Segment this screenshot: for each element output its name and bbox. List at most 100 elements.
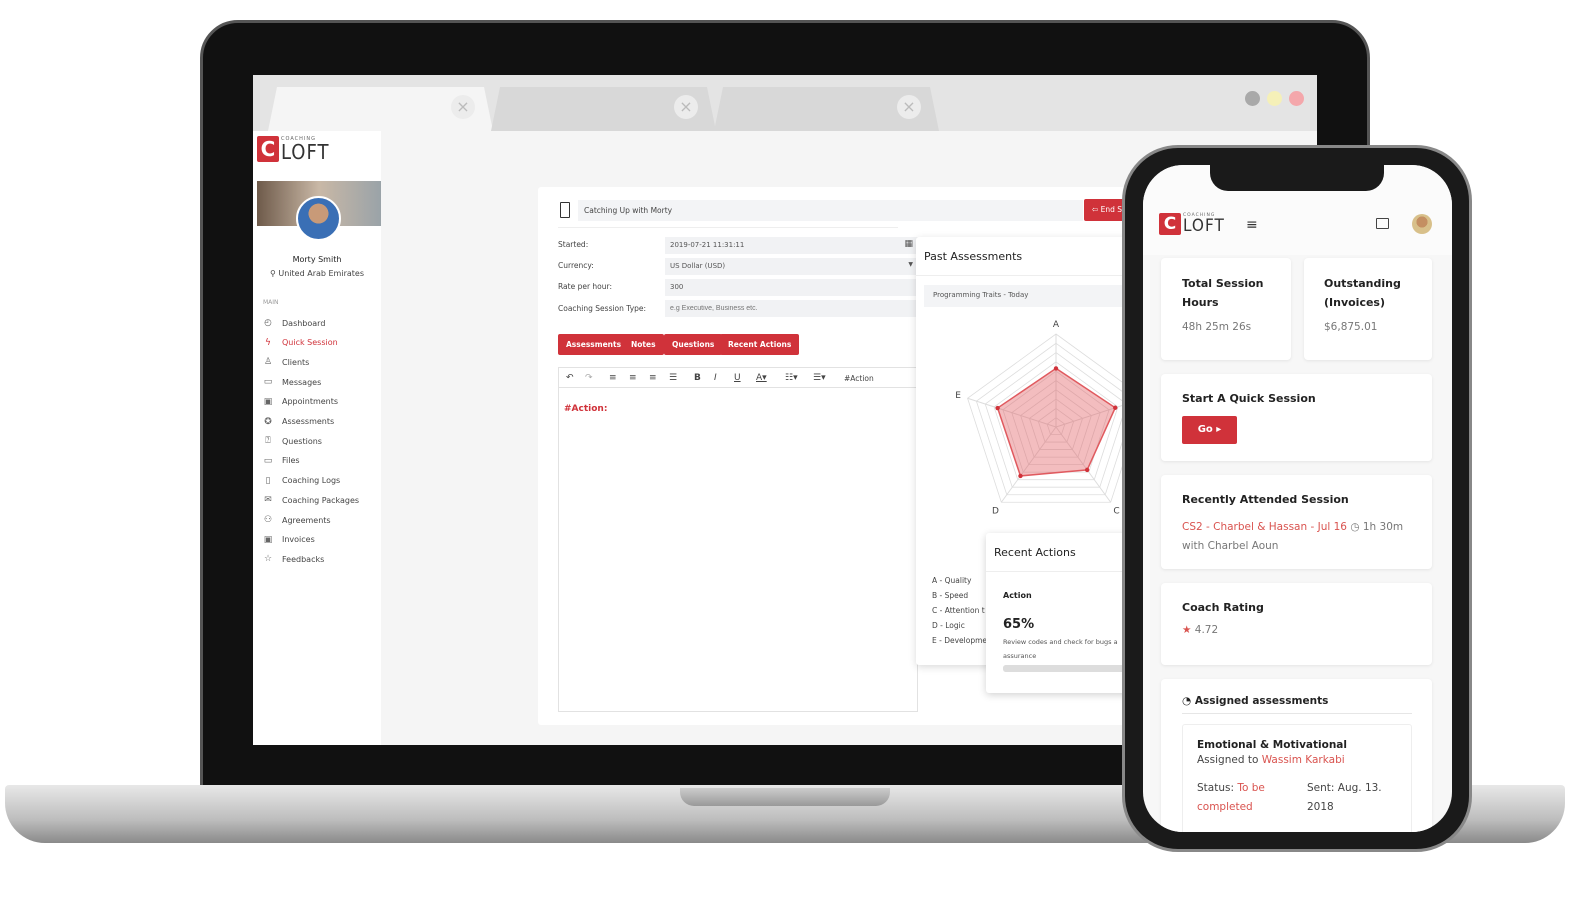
past-assessments-title: Past Assessments: [924, 250, 1023, 263]
action-progress-bar: [1003, 665, 1136, 672]
assignee-link[interactable]: Wassim Karkabi: [1262, 754, 1345, 766]
numbered-list-icon[interactable]: ☰▾: [813, 373, 826, 383]
recent-actions-title: Recent Actions: [994, 546, 1076, 559]
align-left-icon[interactable]: ≡: [609, 373, 617, 383]
laptop-notch: [680, 788, 890, 806]
total-session-hours-card: Total Session Hours 48h 25m 26s: [1161, 258, 1291, 360]
bold-icon[interactable]: B: [694, 373, 701, 383]
user-avatar[interactable]: [1412, 214, 1432, 234]
phone-logo[interactable]: C COACHING LOFT: [1159, 213, 1225, 235]
pie-icon: ◔: [1182, 695, 1192, 707]
window-dot-red[interactable]: [1289, 91, 1304, 106]
invoice-icon: ▣: [263, 534, 273, 545]
radar-point: [995, 405, 1000, 411]
assessment-select[interactable]: Programming Traits - Today: [924, 285, 1134, 307]
recent-session-info: CS2 - Charbel & Hassan - Jul 16 ◷ 1h 30m…: [1182, 521, 1404, 552]
notes-button[interactable]: Notes: [623, 334, 664, 355]
sidebar-item-quick-session[interactable]: ϟ Quick Session: [263, 338, 338, 348]
window-dot-gray[interactable]: [1245, 91, 1260, 106]
legend-item: C - Attention t: [932, 606, 985, 615]
assessment-sent-date: Sent: Aug. 13. 2018: [1307, 782, 1382, 813]
hamburger-menu-icon[interactable]: ≡: [1246, 217, 1258, 233]
sidebar-item-feedbacks[interactable]: ☆ Feedbacks: [263, 554, 324, 564]
card-title: ◔ Assigned assessments: [1182, 695, 1329, 707]
close-icon[interactable]: ×: [674, 95, 698, 119]
assessment-item[interactable]: Emotional & Motivational Assigned to Was…: [1182, 724, 1412, 832]
action-percent: 65%: [1003, 617, 1035, 632]
sidebar-item-files[interactable]: ▭ Files: [263, 456, 300, 466]
redo-icon[interactable]: ↷: [585, 373, 593, 383]
sidebar-item-appointments[interactable]: ▣ Appointments: [263, 397, 338, 407]
rich-text-editor[interactable]: ↶ ↷ ≡ ≡ ≡ ☰ B I U A▾ ☷▾ ☰▾ #Action #Acti…: [558, 367, 918, 712]
sidebar-item-label: Agreements: [282, 515, 331, 525]
divider: [1182, 713, 1412, 714]
browser-tab[interactable]: ×: [714, 87, 939, 131]
browser-tab[interactable]: ×: [491, 87, 716, 131]
sidebar-item-label: Questions: [282, 436, 322, 446]
folder-icon: ▭: [263, 455, 273, 466]
align-center-icon[interactable]: ≡: [629, 373, 637, 383]
sidebar-item-questions[interactable]: ⍰ Questions: [263, 436, 322, 446]
sidebar-item-assessments[interactable]: ✪ Assessments: [263, 417, 334, 427]
sidebar-item-coaching-packages[interactable]: ✉ Coaching Packages: [263, 495, 359, 505]
session-type-input[interactable]: [665, 300, 918, 317]
radar-point: [1084, 467, 1090, 473]
started-label: Started:: [558, 240, 589, 249]
avatar[interactable]: [296, 196, 341, 241]
underline-icon[interactable]: U: [734, 373, 741, 383]
legend-item: D - Logic: [932, 621, 965, 630]
assessments-button[interactable]: Assessments: [558, 334, 630, 355]
recent-actions-button[interactable]: Recent Actions: [720, 334, 800, 355]
currency-select[interactable]: US Dollar (USD) ▼: [665, 258, 918, 275]
italic-icon[interactable]: I: [714, 373, 717, 383]
session-title-input[interactable]: Catching Up with Morty: [578, 200, 1083, 221]
assessment-icon: ✪: [264, 416, 272, 427]
sidebar-item-label: Coaching Packages: [282, 495, 360, 505]
phone-screen: C COACHING LOFT ≡ Total Session Hours 48h …: [1143, 165, 1452, 832]
recent-session-card: Recently Attended Session CS2 - Charbel …: [1161, 475, 1432, 569]
logo[interactable]: C COACHING LOFT: [257, 136, 329, 162]
calendar-icon[interactable]: ▦: [904, 239, 913, 249]
radar-axis-label: E: [955, 391, 961, 401]
legend-item: A - Quality: [932, 576, 972, 585]
session-type-label: Coaching Session Type:: [558, 304, 647, 313]
assigned-assessments-card: ◔ Assigned assessments Emotional & Motiv…: [1161, 679, 1432, 832]
card-title: Outstanding (Invoices): [1324, 277, 1401, 309]
session-link[interactable]: CS2 - Charbel & Hassan - Jul 16: [1182, 521, 1347, 533]
editor-content: #Action:: [564, 404, 608, 414]
questions-button[interactable]: Questions: [664, 334, 723, 355]
undo-icon[interactable]: ↶: [566, 373, 574, 383]
sidebar-item-messages[interactable]: ▭ Messages: [263, 377, 322, 387]
action-tag-button[interactable]: #Action: [844, 374, 874, 383]
close-icon[interactable]: ×: [451, 95, 475, 119]
legend-item: E - Developme: [932, 636, 988, 645]
chat-icon[interactable]: [1376, 218, 1389, 229]
sidebar-item-label: Clients: [282, 357, 310, 367]
justify-icon[interactable]: ☰: [669, 373, 677, 383]
rate-label: Rate per hour:: [558, 282, 612, 291]
sidebar-item-invoices[interactable]: ▣ Invoices: [263, 535, 315, 545]
go-button[interactable]: Go ▸: [1182, 416, 1237, 444]
calendar-icon: ▣: [263, 396, 273, 407]
sidebar-item-label: Messages: [282, 377, 322, 387]
action-column-header: Action: [1003, 591, 1032, 600]
sidebar-item-dashboard[interactable]: ◴ Dashboard: [263, 318, 325, 328]
sidebar-item-label: Files: [282, 456, 300, 466]
window-dot-yellow[interactable]: [1267, 91, 1282, 106]
sidebar-item-label: Coaching Logs: [282, 476, 341, 486]
text-color-icon[interactable]: A▾: [756, 373, 767, 383]
close-icon[interactable]: ×: [897, 95, 921, 119]
browser-tab[interactable]: ×: [268, 87, 493, 131]
sidebar-item-agreements[interactable]: ⚇ Agreements: [263, 515, 331, 525]
sidebar-item-coaching-logs[interactable]: ▯ Coaching Logs: [263, 476, 341, 486]
chart-legend: A - Quality B - Speed C - Attention t D …: [932, 573, 987, 648]
started-field[interactable]: 2019-07-21 11:31:11 ▦: [665, 237, 918, 254]
bullet-list-icon[interactable]: ☷▾: [785, 373, 798, 383]
currency-label: Currency:: [558, 261, 594, 270]
sidebar-item-clients[interactable]: ♙ Clients: [263, 357, 309, 367]
clock-icon: ◷: [1350, 521, 1360, 533]
assessment-title: Emotional & Motivational: [1197, 739, 1347, 751]
align-right-icon[interactable]: ≡: [649, 373, 657, 383]
rate-field[interactable]: 300: [665, 279, 918, 296]
recent-actions-card: Recent Actions Action 65% Review codes a…: [986, 533, 1136, 693]
